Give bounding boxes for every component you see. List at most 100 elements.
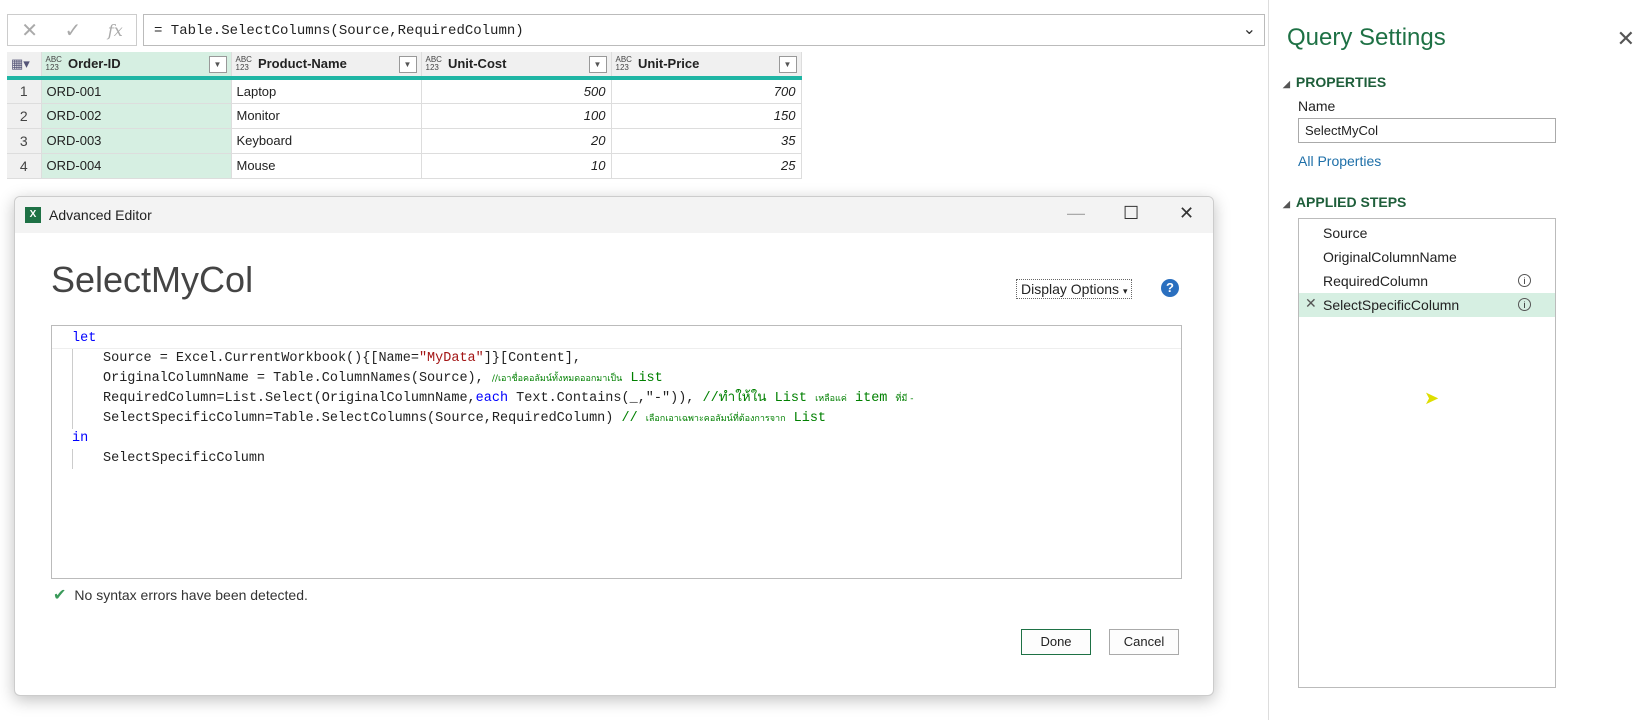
table-row: 2 ORD-002 Monitor 100 150 (7, 103, 802, 129)
cell[interactable]: 20 (421, 128, 612, 154)
step-source[interactable]: Source (1299, 221, 1555, 245)
query-title: SelectMyCol (51, 259, 254, 300)
cell[interactable]: ORD-004 (41, 153, 232, 179)
code-text: Text.Contains(_,"-")), (508, 391, 703, 406)
formula-buttons: ✕ ✓ fx (7, 14, 137, 46)
display-options-label: Display Options (1021, 281, 1120, 297)
code-editor[interactable]: let Source = Excel.CurrentWorkbook(){[Na… (51, 325, 1182, 579)
info-icon[interactable]: i (1518, 298, 1531, 311)
help-icon[interactable]: ? (1161, 279, 1179, 297)
check-icon[interactable]: ✓ (65, 18, 82, 43)
filter-dropdown-icon[interactable]: ▼ (398, 56, 417, 73)
cell[interactable]: Monitor (231, 103, 422, 129)
filter-dropdown-icon[interactable]: ▼ (588, 56, 607, 73)
step-required-column[interactable]: RequiredColumn i (1299, 269, 1555, 293)
query-name-input[interactable]: SelectMyCol (1298, 118, 1556, 143)
name-label: Name (1298, 98, 1336, 114)
step-label: OriginalColumnName (1323, 249, 1457, 265)
cancel-button[interactable]: Cancel (1109, 629, 1179, 655)
all-properties-link[interactable]: All Properties (1298, 153, 1381, 169)
code-keyword: each (475, 391, 509, 406)
applied-steps-heading[interactable]: APPLIED STEPS (1283, 194, 1406, 210)
row-number: 1 (7, 78, 42, 104)
code-string: "MyData" (418, 351, 484, 366)
code-comment: //เอาชื่อคอลัมน์ทั้งหมดออกมาเป็น (491, 374, 623, 384)
type-icon: ABC 123 (615, 55, 632, 73)
cell[interactable]: 150 (611, 103, 802, 129)
cell[interactable]: ORD-002 (41, 103, 232, 129)
syntax-status: ✔ No syntax errors have been detected. (53, 585, 308, 605)
cell[interactable]: Keyboard (231, 128, 422, 154)
close-icon[interactable]: ✕ (1179, 203, 1194, 224)
cell[interactable]: ORD-001 (41, 78, 232, 104)
minimize-icon[interactable]: — (1067, 203, 1085, 224)
code-text: SelectSpecificColumn=Table.SelectColumns… (103, 411, 622, 426)
code-comment: เลือกเอาเฉพาะคอลัมน์ที่ต้องการจาก (645, 414, 786, 424)
query-settings-pane: Query Settings ✕ PROPERTIES Name SelectM… (1268, 0, 1649, 720)
step-original-column-name[interactable]: OriginalColumnName (1299, 245, 1555, 269)
pane-title: Query Settings (1287, 24, 1446, 51)
advanced-editor-dialog: X Advanced Editor — ☐ ✕ SelectMyCol Disp… (14, 196, 1214, 696)
cell[interactable]: 700 (611, 78, 802, 104)
row-number: 3 (7, 128, 42, 154)
column-header-unit-cost[interactable]: ABC 123 Unit-Cost ▼ (421, 52, 612, 80)
cell[interactable]: 10 (421, 153, 612, 179)
filter-dropdown-icon[interactable]: ▼ (208, 56, 227, 73)
title-bar: X Advanced Editor — ☐ ✕ (15, 197, 1213, 233)
code-comment: item (846, 391, 896, 406)
fx-icon[interactable]: fx (108, 21, 123, 40)
type-icon: ABC 123 (235, 55, 252, 73)
code-keyword: in (72, 431, 89, 446)
formula-bar[interactable]: = Table.SelectColumns(Source,RequiredCol… (143, 14, 1265, 46)
close-icon[interactable]: ✕ (1617, 26, 1635, 52)
properties-heading[interactable]: PROPERTIES (1283, 74, 1386, 90)
cancel-icon[interactable]: ✕ (21, 18, 38, 43)
cell[interactable]: 35 (611, 128, 802, 154)
column-header-order-id[interactable]: ABC 123 Order-ID ▼ (41, 52, 232, 80)
cell[interactable]: Laptop (231, 78, 422, 104)
cell[interactable]: 100 (421, 103, 612, 129)
type-icon: ABC 123 (425, 55, 442, 73)
mouse-cursor-icon: ➤ (1424, 388, 1440, 408)
code-comment: ที่มี - (895, 394, 914, 404)
applied-steps-list: Source OriginalColumnName RequiredColumn… (1298, 218, 1556, 688)
query-editor-main: ✕ ✓ fx = Table.SelectColumns(Source,Requ… (0, 0, 1268, 190)
code-text: ]}[Content], (483, 351, 581, 366)
cell[interactable]: 25 (611, 153, 802, 179)
cell[interactable]: ORD-003 (41, 128, 232, 154)
code-comment: List (785, 411, 827, 426)
info-icon[interactable]: i (1518, 274, 1531, 287)
checkmark-icon: ✔ (53, 587, 67, 604)
code-text: RequiredColumn=List.Select(OriginalColum… (103, 391, 476, 406)
step-label: SelectSpecificColumn (1323, 297, 1460, 313)
code-comment: เหลือแค่ (815, 394, 847, 404)
cell[interactable]: Mouse (231, 153, 422, 179)
code-text: SelectSpecificColumn (103, 451, 266, 466)
code-comment: List (622, 371, 663, 386)
done-button[interactable]: Done (1021, 629, 1091, 655)
window-title: Advanced Editor (49, 207, 152, 223)
code-text: OriginalColumnName = Table.ColumnNames(S… (103, 371, 492, 386)
chevron-down-icon[interactable]: ⌄ (1243, 19, 1256, 38)
code-comment: //ทำให้ใน List (702, 391, 816, 406)
cell[interactable]: 500 (421, 78, 612, 104)
code-text: Source = Excel.CurrentWorkbook(){[Name= (103, 351, 419, 366)
type-icon: ABC 123 (45, 55, 62, 73)
formula-text: = Table.SelectColumns(Source,RequiredCol… (154, 23, 524, 39)
column-header-product-name[interactable]: ABC 123 Product-Name ▼ (231, 52, 422, 80)
delete-step-icon[interactable]: ✕ (1305, 295, 1317, 312)
table-menu-icon[interactable]: ▦▾ (7, 52, 42, 80)
column-header-unit-price[interactable]: ABC 123 Unit-Price ▼ (611, 52, 802, 80)
step-select-specific-column[interactable]: ✕ SelectSpecificColumn i (1299, 293, 1555, 317)
maximize-icon[interactable]: ☐ (1123, 203, 1139, 224)
data-grid: ▦▾ ABC 123 Order-ID ▼ ABC 123 Product-Name ▼ A… (7, 52, 802, 179)
filter-dropdown-icon[interactable]: ▼ (778, 56, 797, 73)
display-options-dropdown[interactable]: Display Options ▾ (1016, 279, 1133, 299)
status-text: No syntax errors have been detected. (74, 587, 308, 603)
excel-icon: X (25, 207, 41, 223)
code-comment: // (621, 411, 646, 426)
step-label: RequiredColumn (1323, 273, 1429, 289)
code-keyword: let (72, 331, 97, 346)
table-row: 3 ORD-003 Keyboard 20 35 (7, 128, 802, 154)
row-number: 2 (7, 103, 42, 129)
